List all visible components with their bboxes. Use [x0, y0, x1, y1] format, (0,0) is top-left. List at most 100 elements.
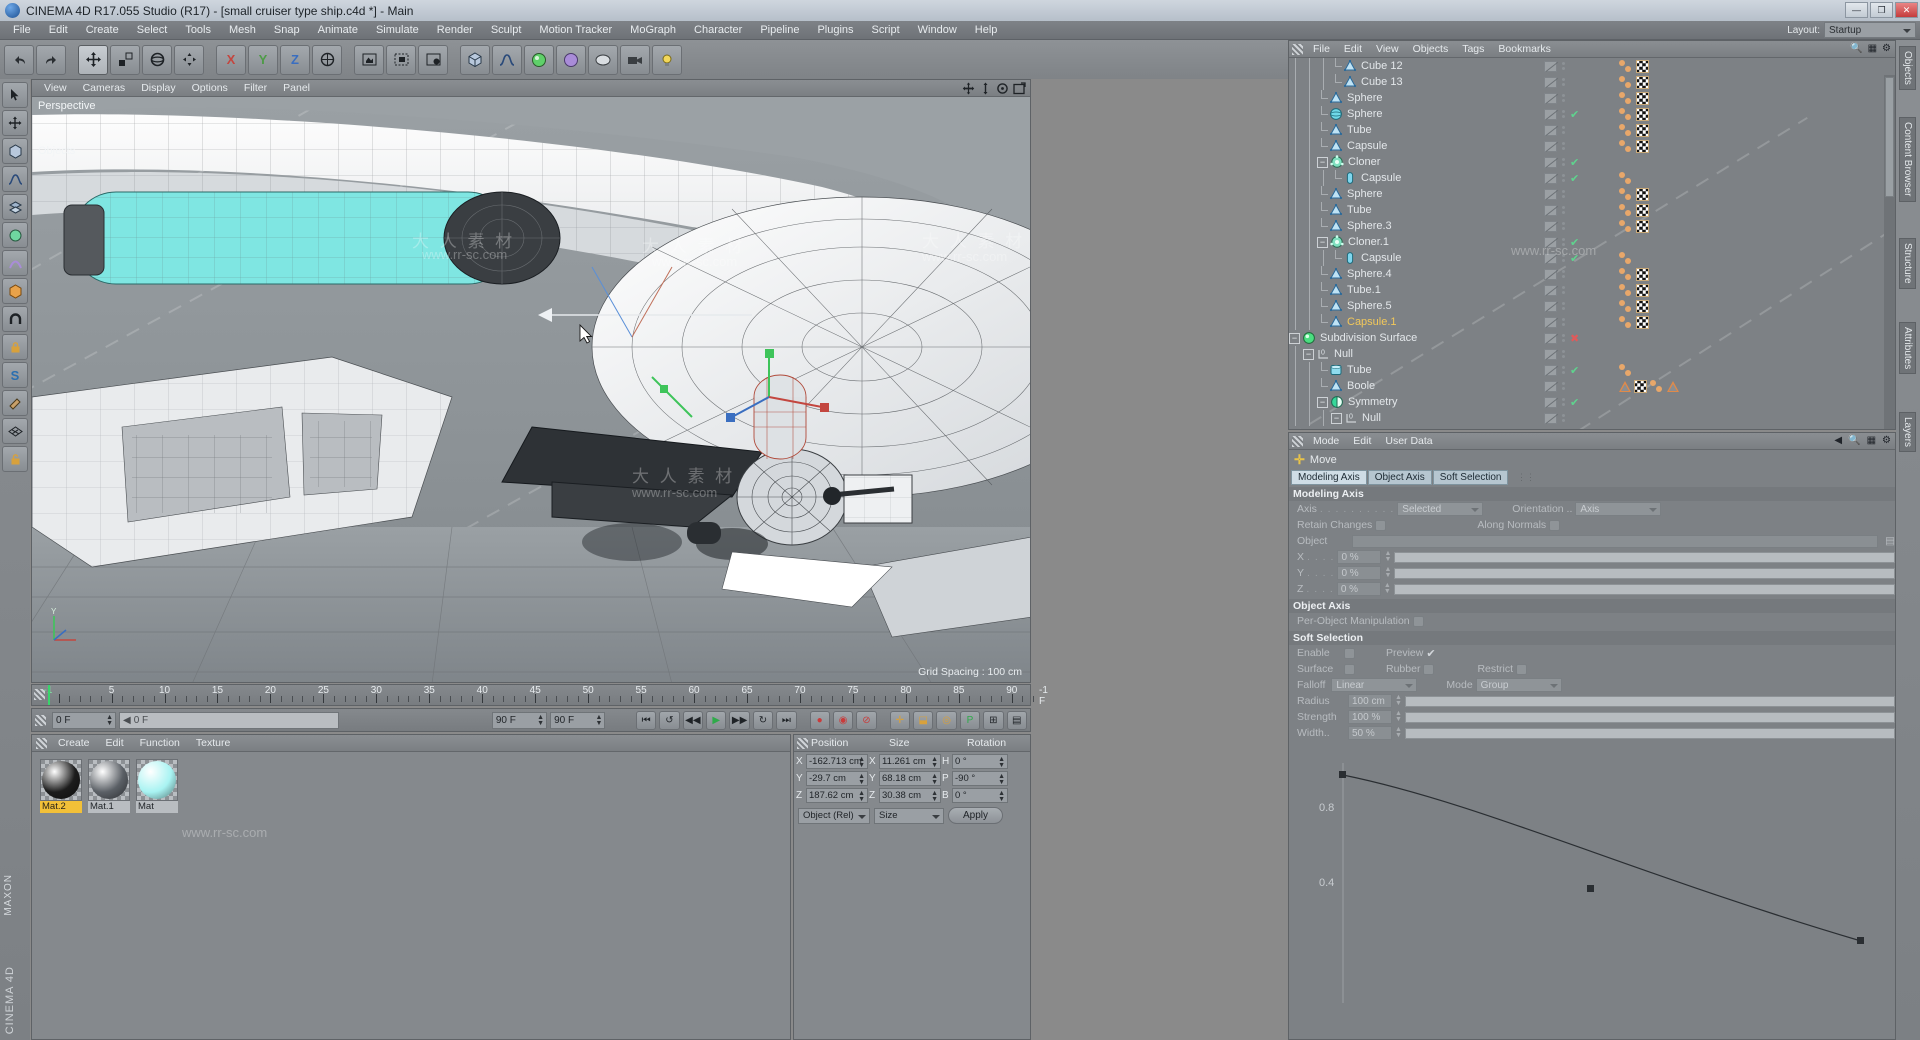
viewport-menu-view[interactable]: View — [36, 82, 75, 94]
size-input[interactable]: 30.38 cm ▲ ▼ — [879, 787, 941, 803]
disabled-cross-icon[interactable]: ✖ — [1570, 332, 1579, 345]
display-tag-icon[interactable] — [1544, 396, 1557, 408]
material-name-label[interactable]: Mat — [136, 801, 178, 813]
attribute-checkbox[interactable] — [1516, 663, 1528, 675]
attribute-manager-grip[interactable] — [1292, 435, 1303, 447]
falloff-graph[interactable]: 0.8 0.4 — [1301, 763, 1883, 1023]
link-picker-icon[interactable]: ▤ — [1885, 535, 1895, 547]
texture-tag-icon[interactable] — [1636, 187, 1649, 201]
object-tree-row[interactable]: −0 Null — [1289, 410, 1895, 426]
object-tree-row[interactable]: Sphere.5 — [1289, 298, 1895, 314]
falloff-curve[interactable]: 0.8 0.4 — [1301, 763, 1885, 1023]
keyframe-stop-button[interactable]: ⊘ — [856, 710, 877, 730]
pan-tool-button[interactable] — [174, 44, 204, 75]
menu-item-snap[interactable]: Snap — [265, 21, 309, 40]
attribute-slider[interactable] — [1404, 711, 1895, 723]
attribute-number-input[interactable]: 100 cm — [1348, 694, 1392, 708]
attribute-checkbox[interactable] — [1344, 647, 1355, 659]
size-input[interactable]: 11.261 cm ▲ ▼ — [879, 753, 941, 769]
add-cube-button[interactable] — [460, 44, 490, 75]
object-tree-row[interactable]: Capsule.1 — [1289, 314, 1895, 330]
visibility-dots[interactable] — [1562, 206, 1565, 214]
visibility-dots[interactable] — [1562, 334, 1565, 342]
attribute-search-icon[interactable]: 🔍 — [1848, 435, 1860, 446]
phong-tag-icon[interactable] — [1619, 139, 1633, 153]
enabled-check-icon[interactable]: ✔ — [1570, 236, 1579, 249]
display-tag-icon[interactable] — [1544, 252, 1557, 264]
object-name-label[interactable]: Sphere — [1347, 92, 1382, 104]
display-tag-icon[interactable] — [1544, 140, 1557, 152]
enabled-check-icon[interactable]: ✔ — [1570, 108, 1579, 121]
menu-item-edit[interactable]: Edit — [40, 21, 77, 40]
viewport-axis-icons[interactable] — [962, 82, 1026, 95]
viewport-menu-panel[interactable]: Panel — [275, 82, 318, 94]
menu-item-simulate[interactable]: Simulate — [367, 21, 428, 40]
record-param-button[interactable]: P — [959, 710, 981, 730]
attribute-tab-soft-selection[interactable]: Soft Selection — [1432, 469, 1509, 485]
viewport-menu-display[interactable]: Display — [133, 82, 183, 94]
texture-tag-icon[interactable] — [1636, 283, 1649, 297]
attribute-select[interactable]: Selected — [1397, 502, 1484, 516]
object-name-label[interactable]: Sphere — [1347, 188, 1382, 200]
object-menu-tags[interactable]: Tags — [1455, 43, 1491, 55]
display-tag-icon[interactable] — [1544, 92, 1557, 104]
object-name-label[interactable]: Subdivision Surface — [1320, 332, 1417, 344]
attribute-tab-object-axis[interactable]: Object Axis — [1367, 469, 1432, 485]
tree-expander[interactable]: − — [1331, 412, 1342, 424]
range-end-input[interactable]: 90 F ▲ ▼ — [491, 711, 548, 729]
viewport-menu-filter[interactable]: Filter — [236, 82, 275, 94]
menu-item-animate[interactable]: Animate — [309, 21, 367, 40]
texture-tag-icon[interactable] — [1636, 59, 1649, 73]
phong-tag-icon[interactable] — [1619, 283, 1633, 297]
object-name-label[interactable]: Null — [1362, 412, 1381, 424]
menu-item-mograph[interactable]: MoGraph — [621, 21, 685, 40]
boole-tag-icon[interactable] — [1667, 380, 1679, 392]
object-settings-icon[interactable]: ⚙ — [1882, 43, 1891, 54]
object-name-label[interactable]: Tube — [1347, 364, 1372, 376]
lock-icon[interactable] — [2, 334, 28, 360]
object-tree-row[interactable]: Tube — [1289, 202, 1895, 218]
x-axis-lock-button[interactable]: X — [216, 44, 246, 75]
material-menu-texture[interactable]: Texture — [188, 737, 238, 749]
visibility-dots[interactable] — [1562, 190, 1565, 198]
spinner-icon[interactable]: ▲ ▼ — [1395, 726, 1402, 739]
menu-item-plugins[interactable]: Plugins — [808, 21, 862, 40]
attribute-filter-icon[interactable]: ▦ — [1867, 435, 1876, 446]
rotation-input[interactable]: -90 ° ▲ ▼ — [952, 770, 1008, 786]
next-key-button[interactable]: ↻ — [752, 710, 774, 730]
attribute-tab-grip[interactable]: ⋮⋮ — [1517, 472, 1535, 483]
attribute-number-input[interactable]: 0 % — [1337, 550, 1382, 564]
attribute-number-input[interactable]: 50 % — [1348, 726, 1392, 740]
display-tag-icon[interactable] — [1544, 172, 1557, 184]
display-tag-icon[interactable] — [1544, 124, 1557, 136]
object-menu-edit[interactable]: Edit — [1337, 43, 1369, 55]
timeline-scale[interactable]: -151015202530354045505560657075808590-1 … — [44, 685, 1048, 707]
visibility-dots[interactable] — [1562, 350, 1565, 358]
phong-tag-icon[interactable] — [1619, 107, 1633, 121]
display-tag-icon[interactable] — [1544, 364, 1557, 376]
record-rotation-button[interactable]: ◎ — [936, 710, 957, 730]
move-tool-button[interactable] — [78, 44, 108, 75]
attribute-slider[interactable] — [1394, 567, 1895, 579]
menu-item-create[interactable]: Create — [77, 21, 128, 40]
display-tag-icon[interactable] — [1544, 316, 1557, 328]
object-tree-row[interactable]: − Cloner ✔ — [1289, 154, 1895, 170]
render-view-button[interactable] — [354, 44, 384, 75]
texture-tag-icon[interactable] — [1636, 203, 1649, 217]
spinner-icon[interactable]: ▲ ▼ — [1384, 566, 1391, 579]
object-menu-view[interactable]: View — [1369, 43, 1406, 55]
visibility-dots[interactable] — [1562, 254, 1565, 262]
attribute-menu-mode[interactable]: Mode — [1306, 435, 1346, 447]
attribute-slider[interactable] — [1404, 727, 1895, 739]
visibility-dots[interactable] — [1562, 222, 1565, 230]
attribute-text-field[interactable] — [1352, 534, 1879, 548]
goto-start-button[interactable]: ⏮ — [635, 710, 657, 730]
side-tab-layers[interactable]: Layers — [1899, 412, 1916, 453]
object-tree-row[interactable]: Capsule — [1289, 138, 1895, 154]
menu-item-script[interactable]: Script — [863, 21, 909, 40]
object-name-label[interactable]: Capsule — [1347, 140, 1387, 152]
enabled-check-icon[interactable]: ✔ — [1570, 364, 1579, 377]
visibility-dots[interactable] — [1562, 174, 1565, 182]
texture-tag-icon[interactable] — [1636, 299, 1649, 313]
attribute-number-input[interactable]: 0 % — [1336, 582, 1381, 596]
